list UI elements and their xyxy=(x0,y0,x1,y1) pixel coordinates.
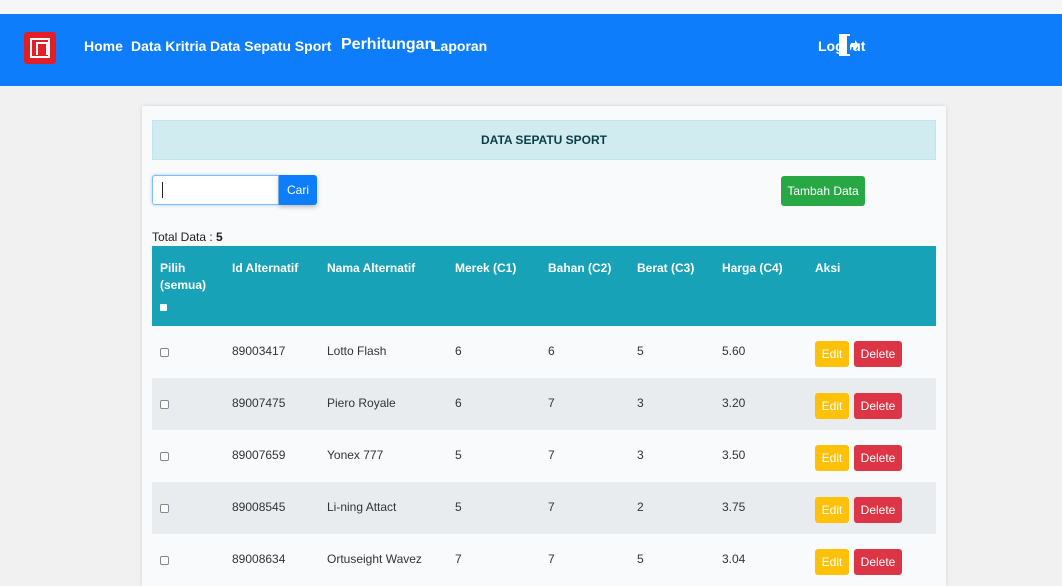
header-c4: Harga (C4) xyxy=(722,261,783,275)
table-row: 89008545 Li-ning Attact 5 7 2 3.75 Edit … xyxy=(152,482,936,534)
cell-c4: 3.04 xyxy=(722,552,746,566)
cell-c3: 2 xyxy=(637,500,644,514)
cell-c3: 5 xyxy=(637,344,644,358)
cell-id: 89007475 xyxy=(232,396,286,410)
data-table: Pilih (semua) Id Alternatif Nama Alterna… xyxy=(152,246,936,586)
total-value: 5 xyxy=(216,230,223,244)
edit-button[interactable]: Edit xyxy=(815,445,849,471)
navbar: Home Data Kritria Data Sepatu Sport Perh… xyxy=(0,14,1062,86)
header-c2: Bahan (C2) xyxy=(548,261,612,275)
cell-id: 89008545 xyxy=(232,500,286,514)
header-c1: Merek (C1) xyxy=(455,261,517,275)
cell-c1: 7 xyxy=(455,552,462,566)
edit-button[interactable]: Edit xyxy=(815,393,849,419)
table-row: 89007659 Yonex 777 5 7 3 3.50 Edit Delet… xyxy=(152,430,936,482)
table-row: 89007475 Piero Royale 6 7 3 3.20 Edit De… xyxy=(152,378,936,430)
text-caret xyxy=(162,182,163,198)
cell-c4: 3.50 xyxy=(722,448,746,462)
select-all-checkbox[interactable] xyxy=(160,304,167,311)
row-checkbox[interactable] xyxy=(160,504,169,513)
cell-id: 89003417 xyxy=(232,344,286,358)
cell-c2: 7 xyxy=(548,500,555,514)
cell-c1: 5 xyxy=(455,448,462,462)
nav-data-kritria[interactable]: Data Kritria xyxy=(131,38,206,54)
cell-c1: 6 xyxy=(455,396,462,410)
header-id: Id Alternatif xyxy=(232,261,299,275)
cell-c4: 3.20 xyxy=(722,396,746,410)
cell-c1: 6 xyxy=(455,344,462,358)
header-semua: (semua) xyxy=(160,278,207,292)
cell-id: 89008634 xyxy=(232,552,286,566)
header-name: Nama Alternatif xyxy=(327,261,416,275)
total-data: Total Data : 5 xyxy=(152,230,223,244)
edit-button[interactable]: Edit xyxy=(815,341,849,367)
header-action: Aksi xyxy=(815,261,841,275)
cell-c2: 7 xyxy=(548,448,555,462)
cell-c4: 5.60 xyxy=(722,344,746,358)
delete-button[interactable]: Delete xyxy=(854,393,902,419)
cell-c2: 7 xyxy=(548,396,555,410)
cell-c1: 5 xyxy=(455,500,462,514)
cell-id: 89007659 xyxy=(232,448,286,462)
cell-c4: 3.75 xyxy=(722,500,746,514)
cell-name: Piero Royale xyxy=(327,396,396,410)
cell-c3: 3 xyxy=(637,396,644,410)
edit-button[interactable]: Edit xyxy=(815,549,849,575)
cell-name: Ortuseight Wavez xyxy=(327,552,422,566)
brand-logo-icon[interactable] xyxy=(24,32,56,64)
cell-name: Lotto Flash xyxy=(327,344,387,358)
cell-c3: 5 xyxy=(637,552,644,566)
table-row: 89008634 Ortuseight Wavez 7 7 5 3.04 Edi… xyxy=(152,534,936,586)
header-pilih: Pilih xyxy=(160,261,186,275)
table-header: Pilih (semua) Id Alternatif Nama Alterna… xyxy=(152,246,936,326)
add-data-button[interactable]: Tambah Data xyxy=(781,176,865,206)
search-button[interactable]: Cari xyxy=(279,175,317,205)
edit-button[interactable]: Edit xyxy=(815,497,849,523)
nav-home[interactable]: Home xyxy=(84,38,123,54)
cell-c2: 7 xyxy=(548,552,555,566)
logout-door-icon[interactable] xyxy=(838,33,860,57)
nav-data-sepatu-sport[interactable]: Data Sepatu Sport xyxy=(210,38,331,54)
nav-laporan[interactable]: Laporan xyxy=(432,38,487,54)
delete-button[interactable]: Delete xyxy=(854,341,902,367)
cell-c2: 6 xyxy=(548,344,555,358)
row-checkbox[interactable] xyxy=(160,452,169,461)
cell-c3: 3 xyxy=(637,448,644,462)
data-card: DATA SEPATU SPORT Cari Tambah Data Total… xyxy=(142,106,946,586)
row-checkbox[interactable] xyxy=(160,348,169,357)
delete-button[interactable]: Delete xyxy=(854,445,902,471)
card-title: DATA SEPATU SPORT xyxy=(152,120,936,160)
search-input[interactable] xyxy=(152,175,279,205)
row-checkbox[interactable] xyxy=(160,556,169,565)
delete-button[interactable]: Delete xyxy=(854,497,902,523)
header-c3: Berat (C3) xyxy=(637,261,695,275)
cell-name: Yonex 777 xyxy=(327,448,384,462)
total-label: Total Data : xyxy=(152,230,213,244)
top-strip xyxy=(0,0,1062,14)
delete-button[interactable]: Delete xyxy=(854,549,902,575)
header-select: Pilih (semua) xyxy=(160,260,206,294)
table-row: 89003417 Lotto Flash 6 6 5 5.60 Edit Del… xyxy=(152,326,936,378)
nav-perhitungan[interactable]: Perhitungan xyxy=(341,36,434,54)
cell-name: Li-ning Attact xyxy=(327,500,397,514)
row-checkbox[interactable] xyxy=(160,400,169,409)
